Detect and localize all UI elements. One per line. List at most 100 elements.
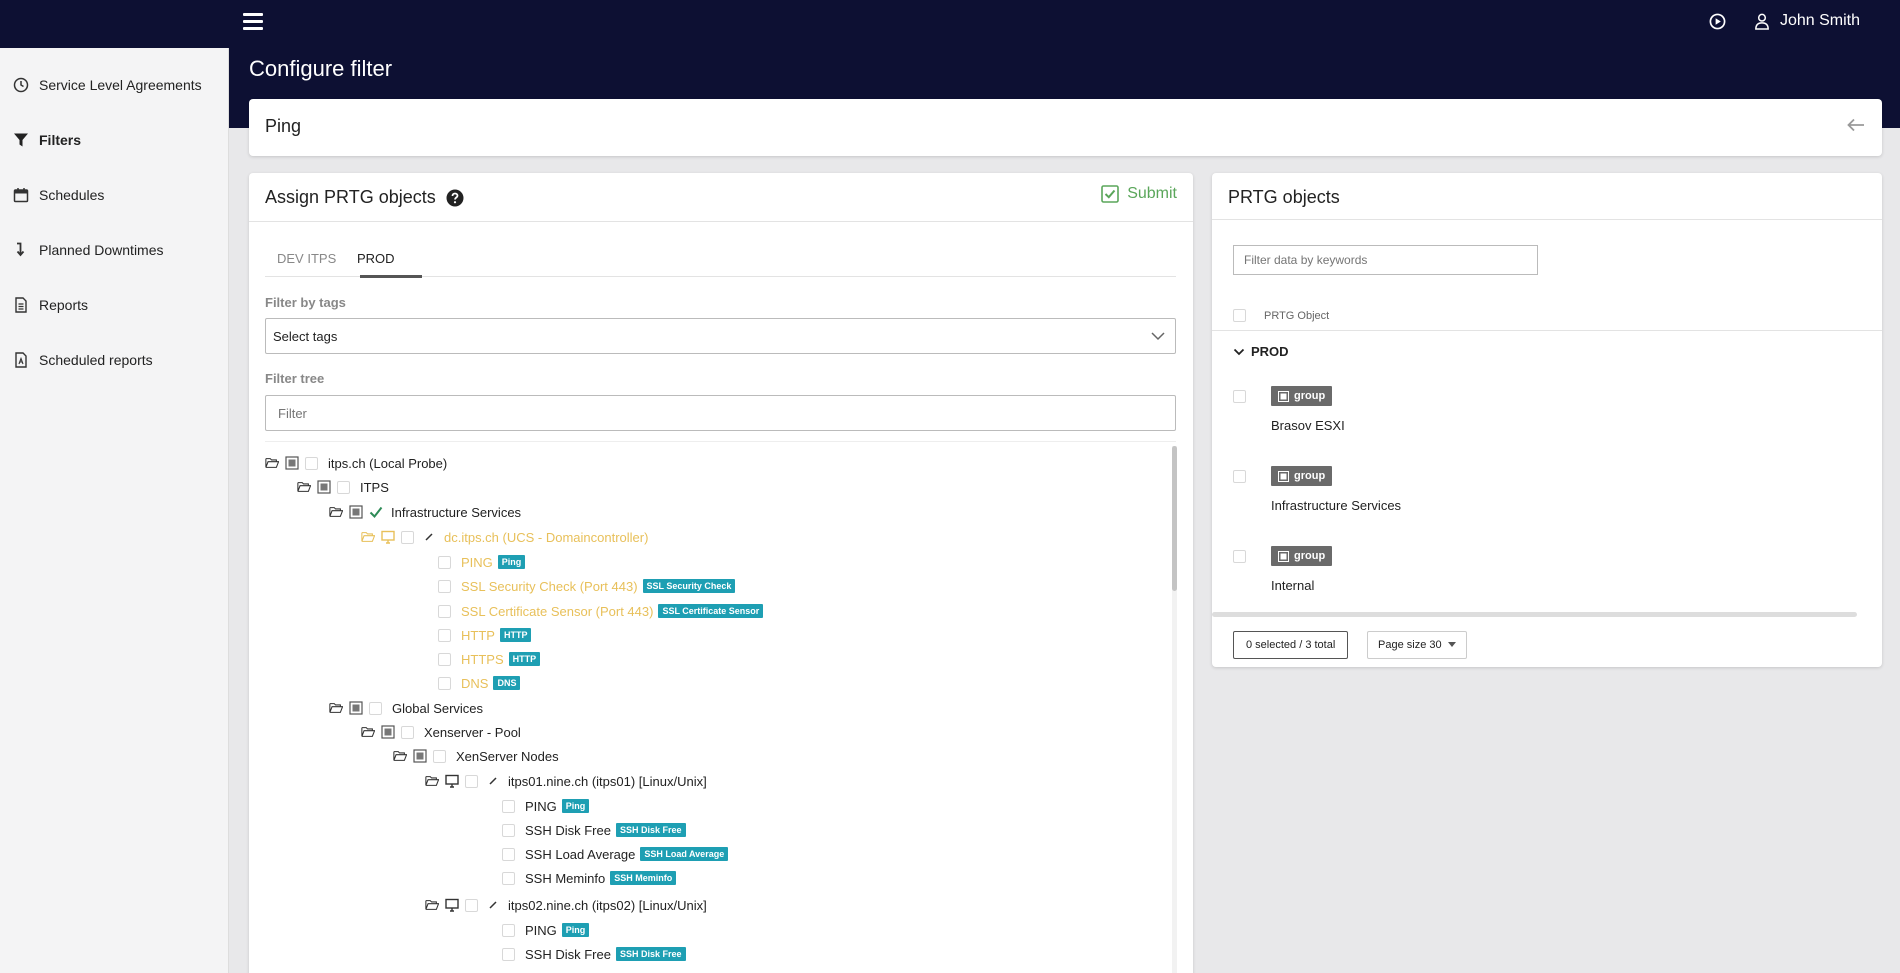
folder-open-icon[interactable] [393,749,407,763]
sidebar-item-schedules[interactable]: Schedules [13,187,104,203]
tree-scrollbar[interactable] [1172,446,1177,973]
object-name[interactable]: Internal [1271,578,1314,593]
page-size-dropdown[interactable]: Page size 30 [1367,631,1467,659]
hamburger-menu-icon[interactable] [243,13,263,31]
tree-checkbox[interactable] [438,579,451,593]
sidebar-item-planned-downtimes[interactable]: Planned Downtimes [13,242,164,258]
tree-node-sensor[interactable]: SSL Security Check (Port 443) SSL Securi… [438,576,736,596]
tree-checkbox[interactable] [502,799,515,813]
group-toggle-prod[interactable]: PROD [1233,344,1289,359]
tree-node-group[interactable]: Global Services [329,698,483,718]
group-icon [285,456,299,470]
tree-node-sensor[interactable]: SSH Disk Free SSH Disk Free [502,820,686,840]
tab-dev-itps[interactable]: DEV ITPS [277,251,336,266]
tree-node-sensor[interactable]: PING Ping [502,796,590,816]
tree-node-label: HTTPS [461,651,504,667]
tree-node-group[interactable]: XenServer Nodes [393,746,559,766]
tree-checkbox[interactable] [502,871,515,885]
tree-checkbox[interactable] [438,628,451,642]
tab-prod[interactable]: PROD [357,251,395,266]
select-tags-dropdown[interactable]: Select tags [265,318,1176,354]
folder-open-icon[interactable] [361,530,375,544]
chevron-down-icon [1151,332,1165,341]
tree-node-label: Xenserver - Pool [424,724,521,740]
object-checkbox[interactable] [1233,550,1246,563]
object-checkbox[interactable] [1233,390,1246,403]
tree-node-sensor[interactable]: SSL Certificate Sensor (Port 443) SSL Ce… [438,601,764,621]
tree-node-device[interactable]: dc.itps.ch (UCS - Domaincontroller) [361,527,648,547]
tree-checkbox[interactable] [438,604,451,618]
tree-node-label: itps02.nine.ch (itps02) [Linux/Unix] [508,897,707,913]
tree-checkbox[interactable] [401,530,414,544]
submit-label: Submit [1127,185,1177,202]
tree-node-group[interactable]: ITPS [297,477,389,497]
folder-open-icon[interactable] [297,480,311,494]
tree-checkbox[interactable] [502,847,515,861]
play-circle-icon[interactable] [1709,13,1726,30]
tree-checkbox[interactable] [502,823,515,837]
tree-scrollbar-thumb[interactable] [1172,446,1177,591]
sidebar-item-filters[interactable]: Filters [13,132,81,148]
tag-badge: Ping [497,555,526,569]
folder-open-icon[interactable] [265,456,279,470]
tree-node-probe[interactable]: itps.ch (Local Probe) [265,453,447,473]
monitor-icon [381,530,395,544]
tree-checkbox[interactable] [438,676,451,690]
sidebar-item-label: Schedules [39,187,105,203]
environment-tabs: DEV ITPS PROD [265,241,1176,278]
folder-open-icon[interactable] [361,725,375,739]
keyword-filter-input[interactable] [1233,245,1538,275]
filter-icon [14,133,28,147]
tree-node-device[interactable]: itps02.nine.ch (itps02) [Linux/Unix] [425,895,707,915]
checkmark-icon[interactable] [369,505,383,519]
tag-badge: HTTP [508,652,541,666]
tag-badge: SSH Disk Free [615,947,686,961]
tree-node-sensor[interactable]: SSH Load Average SSH Load Average [502,844,729,864]
tree-node-sensor[interactable]: PING Ping [438,552,526,572]
pencil-icon[interactable] [488,900,498,910]
back-arrow-icon[interactable] [1846,116,1866,134]
tree-node-group[interactable]: Infrastructure Services [329,502,521,522]
tree-node-label: ITPS [360,479,389,495]
pencil-icon[interactable] [488,776,498,786]
tree-node-sensor[interactable]: HTTP HTTP [438,625,532,645]
tree-node-label: DNS [461,675,489,691]
tree-node-sensor[interactable]: SSH Disk Free SSH Disk Free [502,944,686,964]
tree-checkbox[interactable] [369,701,382,715]
select-all-checkbox[interactable] [1233,309,1246,322]
tree-checkbox[interactable] [433,749,446,763]
tree-checkbox[interactable] [438,555,451,569]
user-name[interactable]: John Smith [1780,12,1860,30]
tree-checkbox[interactable] [465,898,478,912]
tree-node-device[interactable]: itps01.nine.ch (itps01) [Linux/Unix] [425,771,707,791]
horizontal-scrollbar[interactable] [1212,612,1857,617]
tree-checkbox[interactable] [438,652,451,666]
tree-checkbox[interactable] [465,774,478,788]
tree-checkbox[interactable] [305,456,318,470]
tree-node-sensor[interactable]: PING Ping [502,920,590,940]
filter-tree-input[interactable] [265,395,1176,431]
submit-button[interactable]: Submit [1101,185,1177,203]
tree-checkbox[interactable] [502,923,515,937]
folder-open-icon[interactable] [329,701,343,715]
group-icon [1278,550,1289,562]
object-name[interactable]: Brasov ESXI [1271,418,1345,433]
tree-checkbox[interactable] [401,725,414,739]
tree-checkbox[interactable] [337,480,350,494]
sidebar-item-reports[interactable]: Reports [13,297,88,313]
folder-open-icon[interactable] [425,898,439,912]
object-name[interactable]: Infrastructure Services [1271,498,1401,513]
folder-open-icon[interactable] [329,505,343,519]
tree-node-sensor[interactable]: SSH Meminfo SSH Meminfo [502,868,677,888]
sidebar-item-service-level-agreements[interactable]: Service Level Agreements [13,77,202,93]
tree-node-sensor[interactable]: DNS DNS [438,673,521,693]
object-checkbox[interactable] [1233,470,1246,483]
folder-open-icon[interactable] [425,774,439,788]
help-icon[interactable] [446,189,464,207]
sidebar-item-scheduled-reports[interactable]: Scheduled reports [13,352,153,368]
tree-node-label: SSH Disk Free [525,822,611,838]
pencil-icon[interactable] [424,532,434,542]
tree-node-sensor[interactable]: HTTPS HTTP [438,649,541,669]
tree-node-group[interactable]: Xenserver - Pool [361,722,521,742]
tree-checkbox[interactable] [502,947,515,961]
